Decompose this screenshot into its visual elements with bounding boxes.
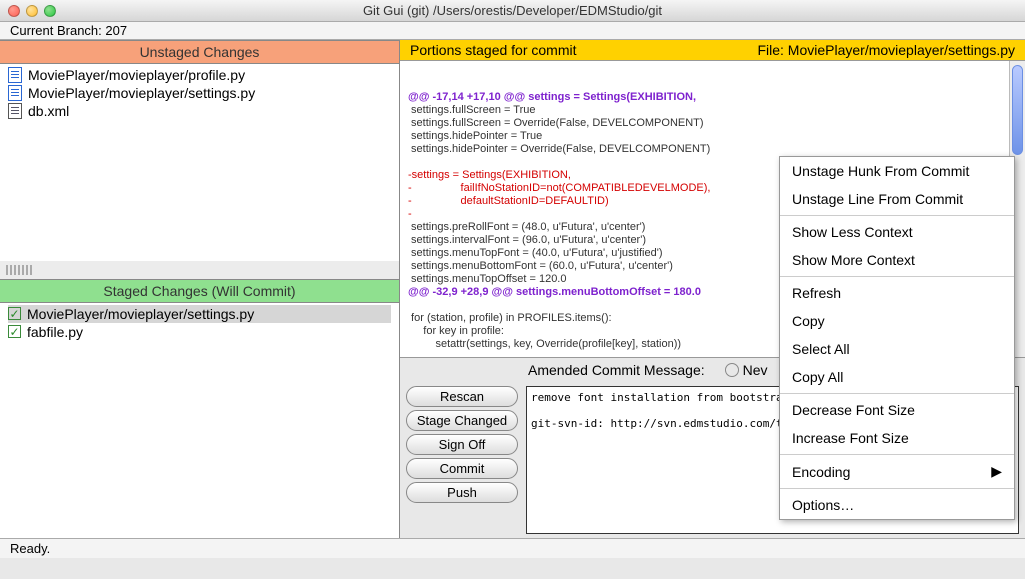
menu-item-label: Options… xyxy=(792,497,854,513)
menu-separator xyxy=(780,393,1014,394)
rescan-button[interactable]: Rescan xyxy=(406,386,518,407)
window-controls xyxy=(8,5,56,17)
diff-line: settings.fullScreen = True xyxy=(408,104,1019,117)
file-icon xyxy=(8,85,22,101)
diff-header-file: File: MoviePlayer/movieplayer/settings.p… xyxy=(757,42,1015,58)
staged-header: Staged Changes (Will Commit) xyxy=(0,279,399,303)
list-item[interactable]: MoviePlayer/movieplayer/profile.py xyxy=(8,66,391,84)
menu-item-label: Decrease Font Size xyxy=(792,402,915,418)
menu-item-label: Encoding xyxy=(792,464,850,480)
menu-item-label: Show Less Context xyxy=(792,224,913,240)
push-button[interactable]: Push xyxy=(406,482,518,503)
menu-separator xyxy=(780,454,1014,455)
menu-item[interactable]: Copy xyxy=(780,307,1014,335)
file-name: MoviePlayer/movieplayer/settings.py xyxy=(27,306,254,322)
menu-item-label: Copy xyxy=(792,313,825,329)
menu-item-label: Select All xyxy=(792,341,850,357)
file-name: fabfile.py xyxy=(27,324,83,340)
menu-item[interactable]: Unstage Hunk From Commit xyxy=(780,157,1014,185)
menu-item[interactable]: Copy All xyxy=(780,363,1014,391)
menu-item[interactable]: Decrease Font Size xyxy=(780,396,1014,424)
status-text: Ready. xyxy=(10,541,50,556)
menu-item-label: Increase Font Size xyxy=(792,430,909,446)
left-pane: Unstaged Changes MoviePlayer/movieplayer… xyxy=(0,40,400,538)
list-item[interactable]: MoviePlayer/movieplayer/settings.py xyxy=(8,84,391,102)
menu-item-label: Show More Context xyxy=(792,252,915,268)
current-branch-label: Current Branch: 207 xyxy=(10,23,127,38)
check-icon: ✓ xyxy=(8,325,21,338)
status-bar: Ready. xyxy=(0,538,1025,558)
file-name: db.xml xyxy=(28,103,69,119)
title-bar: Git Gui (git) /Users/orestis/Developer/E… xyxy=(0,0,1025,22)
menu-item[interactable]: Unstage Line From Commit xyxy=(780,185,1014,213)
menu-item[interactable]: Options… xyxy=(780,491,1014,519)
menu-item[interactable]: Encoding ▶ xyxy=(780,457,1014,486)
file-icon xyxy=(8,103,22,119)
sign-off-button[interactable]: Sign Off xyxy=(406,434,518,455)
diff-line: settings.hidePointer = Override(False, D… xyxy=(408,143,1019,156)
splitter-horizontal[interactable] xyxy=(0,261,399,279)
close-icon[interactable] xyxy=(8,5,20,17)
diff-header-left: Portions staged for commit xyxy=(410,42,757,58)
list-item[interactable]: db.xml xyxy=(8,102,391,120)
radio-new-commit[interactable] xyxy=(725,363,739,377)
menu-separator xyxy=(780,488,1014,489)
menu-item[interactable]: Show Less Context xyxy=(780,218,1014,246)
check-icon: ✓ xyxy=(8,307,21,320)
stage-changed-button[interactable]: Stage Changed xyxy=(406,410,518,431)
diff-header: Portions staged for commit File: MoviePl… xyxy=(400,40,1025,61)
menu-item[interactable]: Select All xyxy=(780,335,1014,363)
file-icon xyxy=(8,67,22,83)
list-item[interactable]: ✓ fabfile.py xyxy=(8,323,391,341)
menu-item-label: Unstage Hunk From Commit xyxy=(792,163,969,179)
diff-line: settings.hidePointer = True xyxy=(408,130,1019,143)
radio-label-partial: Nev xyxy=(743,362,768,378)
unstaged-header: Unstaged Changes xyxy=(0,40,399,64)
unstaged-file-list[interactable]: MoviePlayer/movieplayer/profile.py MovieP… xyxy=(0,64,399,261)
menu-separator xyxy=(780,276,1014,277)
file-name: MoviePlayer/movieplayer/profile.py xyxy=(28,67,245,83)
menu-item-label: Refresh xyxy=(792,285,841,301)
staged-file-list[interactable]: ✓ MoviePlayer/movieplayer/settings.py ✓ fab… xyxy=(0,303,399,538)
button-column: Rescan Stage Changed Sign Off Commit Pus… xyxy=(406,386,518,534)
menu-item-label: Unstage Line From Commit xyxy=(792,191,963,207)
diff-line: @@ -17,14 +17,10 @@ settings = Settings(… xyxy=(408,91,1019,104)
minimize-icon[interactable] xyxy=(26,5,38,17)
menu-item[interactable]: Refresh xyxy=(780,279,1014,307)
commit-message-label: Amended Commit Message: xyxy=(528,362,705,378)
file-name: MoviePlayer/movieplayer/settings.py xyxy=(28,85,255,101)
chevron-right-icon: ▶ xyxy=(991,463,1002,480)
diff-line: settings.fullScreen = Override(False, DE… xyxy=(408,117,1019,130)
menu-item[interactable]: Show More Context xyxy=(780,246,1014,274)
menu-separator xyxy=(780,215,1014,216)
commit-button[interactable]: Commit xyxy=(406,458,518,479)
grip-icon xyxy=(6,265,32,275)
list-item[interactable]: ✓ MoviePlayer/movieplayer/settings.py xyxy=(8,305,391,323)
branch-bar: Current Branch: 207 xyxy=(0,22,1025,40)
menu-item-label: Copy All xyxy=(792,369,843,385)
window-title: Git Gui (git) /Users/orestis/Developer/E… xyxy=(68,3,1017,18)
context-menu[interactable]: Unstage Hunk From Commit Unstage Line Fro… xyxy=(779,156,1015,520)
scrollbar-thumb[interactable] xyxy=(1012,65,1023,155)
zoom-icon[interactable] xyxy=(44,5,56,17)
menu-item[interactable]: Increase Font Size xyxy=(780,424,1014,452)
